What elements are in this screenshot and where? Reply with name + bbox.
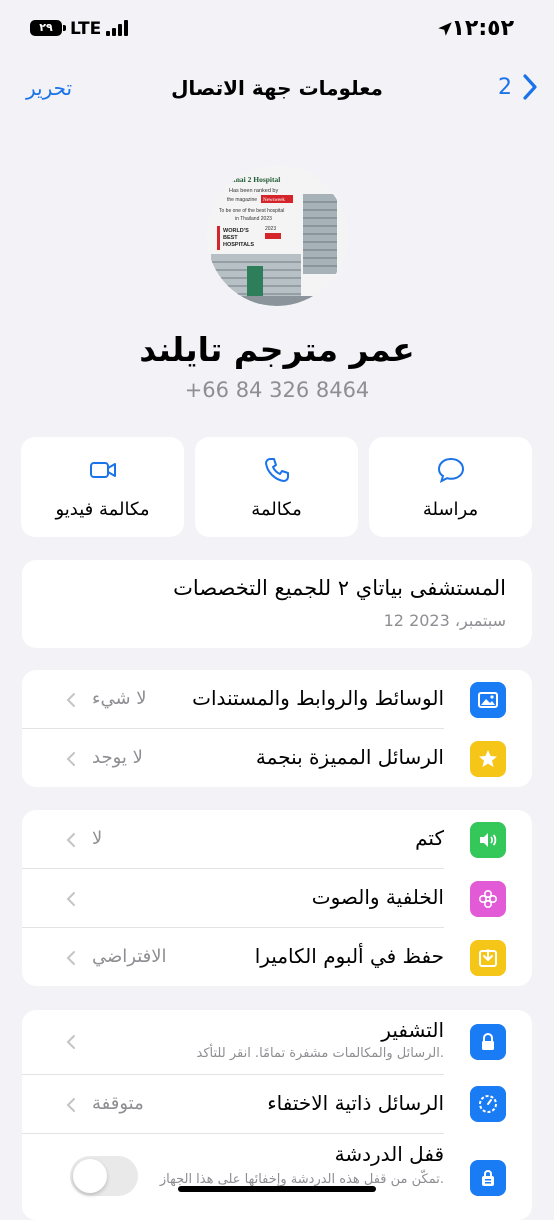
home-indicator [178,1186,376,1192]
avatar-line2: Has been ranked by [229,188,278,194]
speaker-icon [470,822,506,858]
hospital-ad-image: Phyathai 2 Hospital Has been ranked by t… [207,166,347,306]
chevron-left-icon [66,693,75,707]
message-label: مراسلة [422,498,479,520]
media-value: لا شيء [92,688,147,709]
back-count: 2 [498,74,512,100]
chat-lock-toggle[interactable] [70,1156,138,1196]
encryption-row[interactable]: التشفير الرسائل والمكالمات مشفرة تمامًا.… [22,1010,532,1074]
lock-icon [470,1024,506,1060]
chat-lock-row: قفل الدردشة تمكّن من قفل هذه الدردشة وإخ… [22,1134,532,1214]
avatar-year: 2023 [265,226,276,232]
save-label: حفظ في ألبوم الكاميرا [254,944,444,968]
chat-lock-label: قفل الدردشة [334,1142,444,1166]
chevron-left-icon [66,1035,75,1049]
save-to-camera-roll-row[interactable]: حفظ في ألبوم الكاميرا الافتراضي [22,928,532,986]
encryption-sub: الرسائل والمكالمات مشفرة تمامًا. انقر لل… [196,1046,444,1061]
call-label: مكالمة [251,498,302,520]
video-camera-icon [89,461,116,478]
flower-icon [470,881,506,917]
chat-lock-sub: تمكّن من قفل هذه الدردشة وإخفائها على هذ… [159,1172,444,1187]
message-button[interactable]: مراسلة [369,437,532,537]
contact-name: عمر مترجم تايلند [139,330,415,369]
mute-value: لا [92,828,103,849]
wallpaper-row[interactable]: الخلفية والصوت [22,869,532,927]
avatar-line5: in Thailand 2023 [235,216,272,222]
contact-phone[interactable]: +66 84 326 8464 [0,378,554,402]
about-text: المستشفى بياتاي ٢ للجميع التخصصات [173,576,506,600]
status-time: ١٢:٥٢ [451,16,514,41]
call-button[interactable]: مكالمة [195,437,358,537]
avatar-badge1: WORLD'S [223,228,249,234]
avatar-line1: Phyathai 2 Hospital [217,175,280,184]
phone-icon [264,457,289,482]
starred-label: الرسائل المميزة بنجمة [255,745,444,769]
disappearing-value: متوقفة [92,1093,144,1114]
mute-row[interactable]: كتم لا [22,810,532,868]
avatar-line3: the magazine [227,197,257,203]
save-value: الافتراضي [92,946,167,967]
video-call-button[interactable]: مكالمة فيديو [21,437,184,537]
disappearing-messages-row[interactable]: الرسائل ذاتية الاختفاء متوقفة [22,1075,532,1133]
photo-icon [470,682,506,718]
network-type: LTE [70,19,102,39]
chevron-left-icon [66,1098,75,1112]
starred-value: لا يوجد [92,747,143,768]
avatar-line4: To be one of the best hospital [219,208,284,214]
edit-button[interactable]: تحرير [26,76,72,100]
chevron-left-icon [66,752,75,766]
starred-row[interactable]: الرسائل المميزة بنجمة لا يوجد [22,729,532,787]
mute-label: كتم [415,826,444,850]
disappearing-label: الرسائل ذاتية الاختفاء [267,1091,444,1115]
media-group: الوسائط والروابط والمستندات لا شيء الرسا… [22,670,532,787]
encryption-label: التشفير [381,1018,444,1042]
signal-icon [106,20,130,36]
avatar-badge2: BEST [223,235,238,241]
star-icon [470,741,506,777]
avatar-brand: Newsweek [263,198,285,203]
avatar[interactable]: Phyathai 2 Hospital Has been ranked by t… [207,166,347,306]
timer-icon [470,1086,506,1122]
wallpaper-label: الخلفية والصوت [311,885,444,909]
chat-lock-icon [470,1160,506,1196]
page-title: معلومات جهة الاتصال [171,76,383,100]
settings-group: كتم لا الخلفية والصوت حفظ في ألبوم الكام… [22,810,532,986]
about-date: 12 سبتمبر، 2023 [383,611,506,630]
chevron-left-icon [66,833,75,847]
chevron-right-icon [523,74,537,100]
chevron-left-icon [66,951,75,965]
battery-indicator: ٢٩ [30,20,66,36]
location-arrow-icon [438,22,452,36]
media-label: الوسائط والروابط والمستندات [192,686,444,710]
message-icon [437,457,464,483]
download-icon [470,940,506,976]
video-call-label: مكالمة فيديو [55,498,150,520]
chevron-left-icon [66,892,75,906]
avatar-badge3: HOSPITALS [223,242,254,248]
about-card[interactable]: المستشفى بياتاي ٢ للجميع التخصصات 12 سبت… [22,560,532,648]
media-row[interactable]: الوسائط والروابط والمستندات لا شيء [22,670,532,728]
back-button[interactable]: 2 [498,74,538,100]
